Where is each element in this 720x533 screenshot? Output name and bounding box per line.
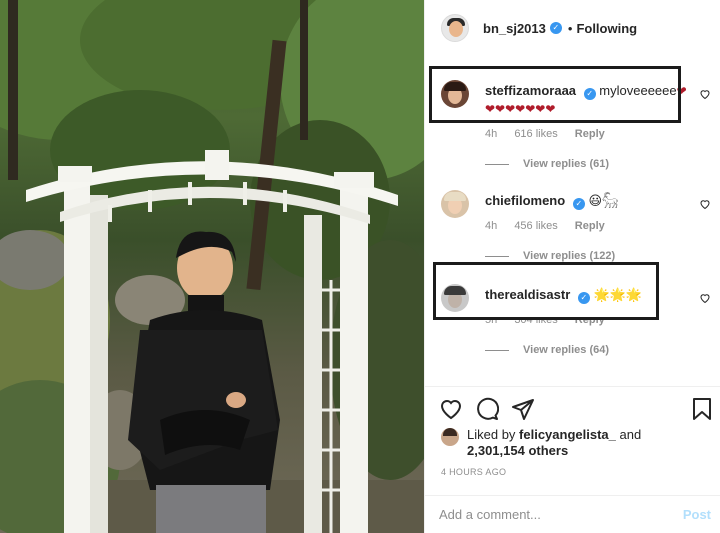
author-avatar[interactable] (441, 14, 469, 42)
comments-list[interactable]: steffizamoraaa ✓ myloveeeeee❤ ❤❤❤❤❤❤❤ 4h… (425, 56, 720, 386)
view-replies-label: View replies (61) (523, 158, 610, 170)
comment-icon[interactable] (475, 397, 499, 421)
comment-like-heart-icon[interactable] (699, 88, 711, 100)
verified-badge-icon: ✓ (549, 22, 562, 34)
photo-scene (0, 0, 424, 533)
comment-like-heart-icon[interactable] (699, 292, 711, 304)
likes-summary: Liked by felicyangelista_ and 2,301,154 … (441, 427, 641, 459)
comment-meta: 4h 456 likes Reply (485, 220, 619, 232)
post-photo (0, 0, 424, 533)
view-replies-label: View replies (64) (523, 344, 610, 356)
replies-divider (485, 255, 509, 257)
reply-button[interactable]: Reply (575, 128, 605, 140)
likes-conjunction: and (619, 427, 642, 442)
comment-likes[interactable]: 456 likes (514, 220, 557, 232)
first-liker-username[interactable]: felicyangelista_ (519, 427, 616, 442)
comment-body: chiefilomeno ✓ 😃𓃵 (485, 192, 691, 210)
liked-by-prefix: Liked by (467, 427, 516, 442)
highlighted-comment-header: therealdisastr ✓ 🌟🌟🌟 (441, 284, 661, 314)
following-button[interactable]: Following (576, 21, 637, 36)
post-actions: Liked by felicyangelista_ and 2,301,154 … (425, 386, 720, 533)
likes-text: Liked by felicyangelista_ and 2,301,154 … (467, 427, 641, 459)
header-separator: • (567, 20, 573, 36)
comment-like-heart-icon[interactable] (699, 198, 711, 210)
post-header: bn_sj2013 ✓ • Following (425, 0, 720, 56)
replies-divider (485, 163, 509, 165)
highlight-box (429, 66, 681, 123)
view-replies-button[interactable]: View replies (64) (485, 344, 609, 356)
replies-divider (485, 349, 509, 351)
view-replies-button[interactable]: View replies (122) (485, 250, 615, 262)
verified-badge-icon: ✓ (577, 292, 590, 304)
bookmark-icon[interactable] (690, 397, 714, 421)
post-comment-button[interactable]: Post (683, 507, 711, 522)
add-comment-bar: Post (425, 495, 720, 533)
commenter-avatar[interactable] (441, 284, 469, 312)
action-icons (439, 397, 714, 423)
comment-meta: 4h 616 likes Reply (485, 128, 619, 140)
comment-time: 4h (485, 220, 498, 232)
comment-body: therealdisastr ✓ 🌟🌟🌟 (485, 286, 665, 304)
comment-text: 🌟🌟🌟 (593, 287, 643, 302)
comment-time: 4h (485, 128, 498, 140)
commenter-username[interactable]: therealdisastr (485, 287, 570, 302)
comment-likes[interactable]: 616 likes (514, 128, 557, 140)
view-replies-label: View replies (122) (523, 250, 616, 262)
comment-text: 😃𓃵 (588, 193, 619, 208)
share-icon[interactable] (511, 397, 535, 421)
commenter-username[interactable]: chiefilomeno (485, 193, 565, 208)
others-count[interactable]: 2,301,154 others (467, 443, 568, 458)
comment-input[interactable] (439, 507, 659, 522)
post-timestamp[interactable]: 4 HOURS AGO (441, 467, 506, 477)
liker-avatar[interactable] (441, 428, 459, 446)
view-replies-button[interactable]: View replies (61) (485, 158, 609, 170)
commenter-avatar[interactable] (441, 190, 469, 218)
post-side-panel: bn_sj2013 ✓ • Following steffizamoraaa ✓… (424, 0, 720, 533)
heart-icon[interactable] (439, 397, 463, 421)
verified-badge-icon: ✓ (572, 198, 585, 210)
author-username[interactable]: bn_sj2013 (483, 21, 546, 36)
reply-button[interactable]: Reply (575, 220, 605, 232)
